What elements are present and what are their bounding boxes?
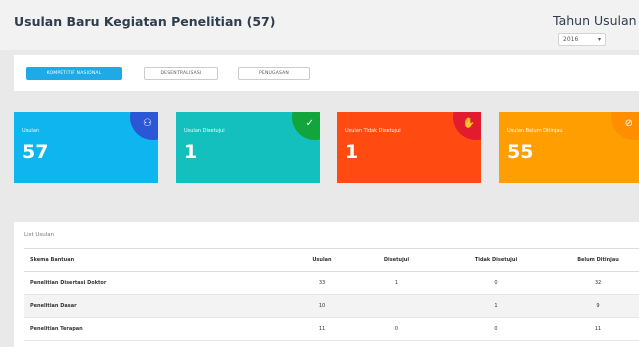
usulan-cell: 11 bbox=[286, 317, 358, 341]
year-select[interactable]: 2016 ▾ bbox=[558, 33, 606, 46]
disetujui-cell bbox=[358, 294, 435, 318]
column-header: Disetujui bbox=[358, 248, 435, 272]
tab-desentralisasi[interactable]: Desentralisasi bbox=[144, 67, 218, 80]
card-label: Usulan bbox=[22, 128, 40, 134]
table-row[interactable]: Penelitian Dasar 10 1 9 bbox=[24, 294, 639, 318]
skema-cell: Penelitian Dasar bbox=[24, 294, 286, 318]
page-header: Usulan Baru Kegiatan Penelitian (57) Tah… bbox=[0, 0, 639, 50]
year-select-value: 2016 bbox=[563, 36, 579, 43]
belum-ditinjau-cell: 11 bbox=[557, 317, 639, 341]
card-label: Usulan Belum Ditinjau bbox=[507, 128, 563, 134]
disetujui-cell: 1 bbox=[358, 271, 435, 295]
tidak-disetujui-cell: 1 bbox=[435, 294, 557, 318]
card-value: 1 bbox=[345, 141, 359, 163]
usulan-cell: 33 bbox=[286, 271, 358, 295]
card-usulan-disetujui[interactable]: ✓ Usulan Disetujui 1 bbox=[176, 112, 320, 183]
tidak-disetujui-cell: 0 bbox=[435, 271, 557, 295]
column-header: Belum Ditinjau bbox=[557, 248, 639, 272]
usulan-cell: 10 bbox=[286, 294, 358, 318]
usulan-table: Skema Bantuan Usulan Disetujui Tidak Dis… bbox=[24, 248, 639, 341]
check-circle-icon: ✓ bbox=[305, 118, 314, 129]
skema-cell: Penelitian Disertasi Doktor bbox=[24, 271, 286, 295]
page-title: Usulan Baru Kegiatan Penelitian (57) bbox=[14, 14, 276, 29]
column-header: Skema Bantuan bbox=[24, 248, 286, 272]
table-row[interactable]: Penelitian Terapan 11 0 0 11 bbox=[24, 317, 639, 341]
table-header-row: Skema Bantuan Usulan Disetujui Tidak Dis… bbox=[24, 248, 639, 272]
tidak-disetujui-cell: 0 bbox=[435, 317, 557, 341]
chevron-down-icon: ▾ bbox=[597, 36, 601, 43]
column-header: Tidak Disetujui bbox=[435, 248, 557, 272]
disetujui-cell: 0 bbox=[358, 317, 435, 341]
card-value: 57 bbox=[22, 141, 49, 163]
column-header: Usulan bbox=[286, 248, 358, 272]
card-label: Usulan Disetujui bbox=[184, 128, 225, 134]
card-label: Usulan Tidak Disetujui bbox=[345, 128, 401, 134]
tab-penugasan[interactable]: Penugasan bbox=[238, 67, 310, 80]
table-row[interactable]: Penelitian Disertasi Doktor 33 1 0 32 bbox=[24, 271, 639, 295]
user-check-icon: ⚇ bbox=[143, 118, 152, 129]
skema-cell: Penelitian Terapan bbox=[24, 317, 286, 341]
clock-circle-icon: ⊘ bbox=[624, 118, 633, 129]
list-usulan-panel: List Usulan Skema Bantuan Usulan Disetuj… bbox=[14, 222, 639, 347]
tab-kompetitif-nasional[interactable]: Kompetitif Nasional bbox=[26, 67, 122, 80]
card-usulan-tidak-disetujui[interactable]: ✋ Usulan Tidak Disetujui 1 bbox=[337, 112, 481, 183]
card-value: 1 bbox=[184, 141, 198, 163]
belum-ditinjau-cell: 32 bbox=[557, 271, 639, 295]
card-value: 55 bbox=[507, 141, 534, 163]
list-title: List Usulan bbox=[24, 232, 55, 238]
card-usulan-belum-ditinjau[interactable]: ⊘ Usulan Belum Ditinjau 55 bbox=[499, 112, 639, 183]
year-label: Tahun Usulan bbox=[553, 13, 637, 28]
belum-ditinjau-cell: 9 bbox=[557, 294, 639, 318]
card-usulan[interactable]: ⚇ Usulan 57 bbox=[14, 112, 158, 183]
thumbs-down-icon: ✋ bbox=[462, 118, 475, 129]
tab-bar: Kompetitif Nasional Desentralisasi Penug… bbox=[14, 55, 639, 91]
